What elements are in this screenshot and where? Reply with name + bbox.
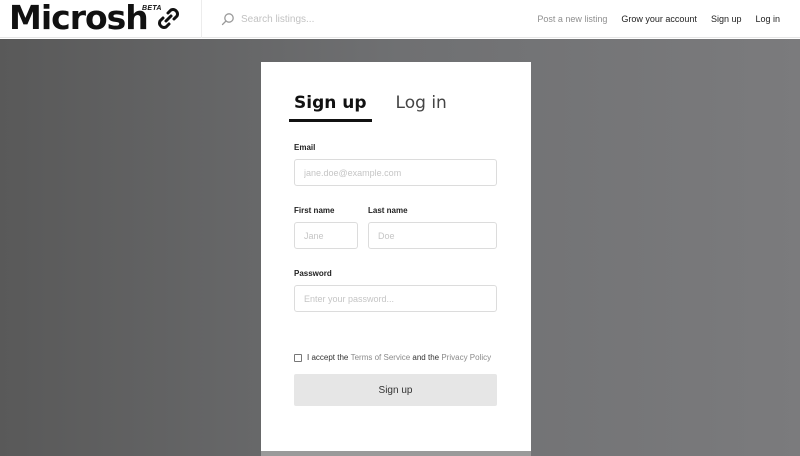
post-listing-link[interactable]: Post a new listing [537,14,607,24]
terms-row: I accept the Terms of Service and the Pr… [294,353,491,362]
password-label: Password [294,269,332,278]
log-in-link[interactable]: Log in [755,14,780,24]
privacy-policy-link[interactable]: Privacy Policy [441,353,491,362]
tab-sign-up[interactable]: Sign up [289,92,372,122]
sign-up-submit-button[interactable]: Sign up [294,374,497,406]
grow-account-link[interactable]: Grow your account [621,14,697,24]
search-input[interactable] [241,13,501,25]
logo[interactable]: Microsh BETA [0,0,202,38]
first-name-field[interactable] [294,222,358,249]
auth-tabs: Sign up Log in [289,92,471,122]
logo-text: Microsh [9,0,149,37]
terms-of-service-link[interactable]: Terms of Service [351,353,411,362]
first-name-label: First name [294,206,335,215]
email-label: Email [294,143,316,152]
search-bar [221,10,521,28]
terms-and: and the [412,353,440,362]
modal-shadow-edge [261,451,531,456]
terms-prefix: I accept the [307,353,349,362]
last-name-field[interactable] [368,222,497,249]
password-field[interactable] [294,285,497,312]
email-field[interactable] [294,159,497,186]
sign-up-link[interactable]: Sign up [711,14,742,24]
search-icon [221,13,234,26]
top-navigation-bar: Microsh BETA Post a new listing Grow you… [0,0,800,38]
header-nav: Post a new listing Grow your account Sig… [523,0,780,38]
chain-link-icon [158,8,179,29]
last-name-label: Last name [368,206,408,215]
terms-checkbox[interactable] [294,353,302,362]
signup-modal: Sign up Log in Email First name Last nam… [261,62,531,456]
tab-log-in[interactable]: Log in [396,92,447,122]
